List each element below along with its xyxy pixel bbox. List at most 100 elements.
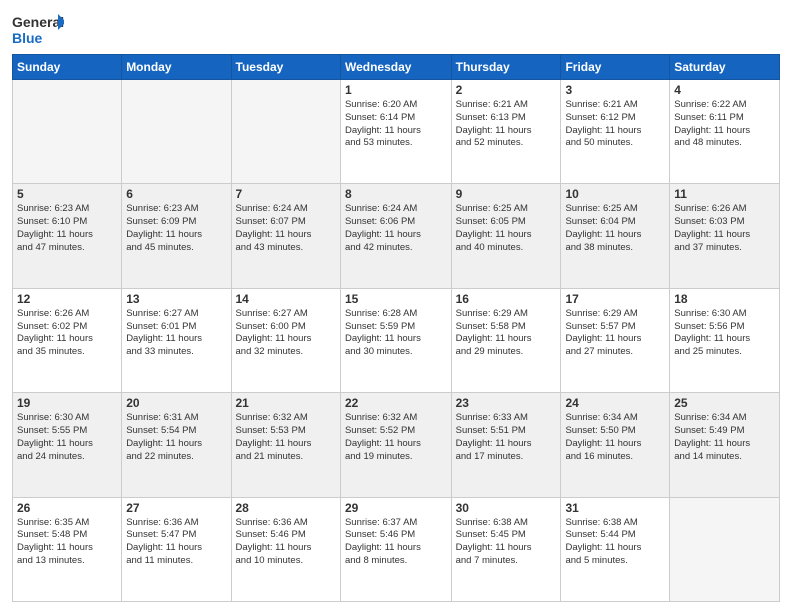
day-number: 4	[674, 83, 775, 97]
day-info: Sunrise: 6:30 AM Sunset: 5:55 PM Dayligh…	[17, 412, 117, 463]
day-number: 25	[674, 396, 775, 410]
calendar-cell: 7 Sunrise: 6:24 AM Sunset: 6:07 PM Daylig…	[231, 184, 340, 288]
calendar-cell: 25 Sunrise: 6:34 AM Sunset: 5:49 PM Dayli…	[670, 393, 780, 497]
week-row: 5 Sunrise: 6:23 AM Sunset: 6:10 PM Daylig…	[13, 184, 780, 288]
day-number: 16	[456, 292, 557, 306]
day-number: 10	[565, 187, 665, 201]
day-info: Sunrise: 6:32 AM Sunset: 5:52 PM Dayligh…	[345, 412, 447, 463]
weekday-header: Saturday	[670, 55, 780, 80]
day-info: Sunrise: 6:26 AM Sunset: 6:03 PM Dayligh…	[674, 203, 775, 254]
calendar-cell	[670, 497, 780, 601]
calendar-cell	[122, 80, 231, 184]
calendar-cell: 3Sunrise: 6:21 AM Sunset: 6:12 PM Daylig…	[561, 80, 670, 184]
day-number: 5	[17, 187, 117, 201]
day-number: 18	[674, 292, 775, 306]
calendar-cell: 15 Sunrise: 6:28 AM Sunset: 5:59 PM Dayli…	[340, 288, 451, 392]
calendar-cell: 28 Sunrise: 6:36 AM Sunset: 5:46 PM Dayli…	[231, 497, 340, 601]
calendar-cell: 14 Sunrise: 6:27 AM Sunset: 6:00 PM Dayli…	[231, 288, 340, 392]
day-info: Sunrise: 6:34 AM Sunset: 5:49 PM Dayligh…	[674, 412, 775, 463]
day-number: 13	[126, 292, 226, 306]
day-info: Sunrise: 6:36 AM Sunset: 5:47 PM Dayligh…	[126, 517, 226, 568]
day-number: 26	[17, 501, 117, 515]
day-info: Sunrise: 6:34 AM Sunset: 5:50 PM Dayligh…	[565, 412, 665, 463]
day-info: Sunrise: 6:20 AM Sunset: 6:14 PM Dayligh…	[345, 99, 447, 150]
day-number: 29	[345, 501, 447, 515]
calendar-cell: 16 Sunrise: 6:29 AM Sunset: 5:58 PM Dayli…	[451, 288, 561, 392]
day-info: Sunrise: 6:27 AM Sunset: 6:00 PM Dayligh…	[236, 308, 336, 359]
day-info: Sunrise: 6:38 AM Sunset: 5:45 PM Dayligh…	[456, 517, 557, 568]
day-info: Sunrise: 6:28 AM Sunset: 5:59 PM Dayligh…	[345, 308, 447, 359]
day-number: 24	[565, 396, 665, 410]
calendar-cell: 8Sunrise: 6:24 AM Sunset: 6:06 PM Daylig…	[340, 184, 451, 288]
day-info: Sunrise: 6:26 AM Sunset: 6:02 PM Dayligh…	[17, 308, 117, 359]
day-info: Sunrise: 6:25 AM Sunset: 6:05 PM Dayligh…	[456, 203, 557, 254]
day-number: 9	[456, 187, 557, 201]
weekday-header: Monday	[122, 55, 231, 80]
day-info: Sunrise: 6:23 AM Sunset: 6:09 PM Dayligh…	[126, 203, 226, 254]
weekday-header: Tuesday	[231, 55, 340, 80]
day-number: 23	[456, 396, 557, 410]
calendar-cell: 11 Sunrise: 6:26 AM Sunset: 6:03 PM Dayli…	[670, 184, 780, 288]
weekday-header: Friday	[561, 55, 670, 80]
svg-text:Blue: Blue	[12, 30, 43, 46]
calendar-cell: 26 Sunrise: 6:35 AM Sunset: 5:48 PM Dayli…	[13, 497, 122, 601]
day-number: 30	[456, 501, 557, 515]
day-info: Sunrise: 6:30 AM Sunset: 5:56 PM Dayligh…	[674, 308, 775, 359]
calendar-cell: 18 Sunrise: 6:30 AM Sunset: 5:56 PM Dayli…	[670, 288, 780, 392]
day-number: 1	[345, 83, 447, 97]
day-number: 27	[126, 501, 226, 515]
day-info: Sunrise: 6:24 AM Sunset: 6:07 PM Dayligh…	[236, 203, 336, 254]
day-number: 3	[565, 83, 665, 97]
day-info: Sunrise: 6:38 AM Sunset: 5:44 PM Dayligh…	[565, 517, 665, 568]
calendar-cell: 1 Sunrise: 6:20 AM Sunset: 6:14 PM Daylig…	[340, 80, 451, 184]
day-info: Sunrise: 6:25 AM Sunset: 6:04 PM Dayligh…	[565, 203, 665, 254]
calendar-cell: 19 Sunrise: 6:30 AM Sunset: 5:55 PM Dayli…	[13, 393, 122, 497]
day-number: 20	[126, 396, 226, 410]
day-number: 28	[236, 501, 336, 515]
calendar-cell: 20Sunrise: 6:31 AM Sunset: 5:54 PM Dayli…	[122, 393, 231, 497]
calendar-cell: 5 Sunrise: 6:23 AM Sunset: 6:10 PM Daylig…	[13, 184, 122, 288]
day-info: Sunrise: 6:36 AM Sunset: 5:46 PM Dayligh…	[236, 517, 336, 568]
day-number: 17	[565, 292, 665, 306]
header: General Blue	[12, 10, 780, 48]
day-number: 2	[456, 83, 557, 97]
day-number: 6	[126, 187, 226, 201]
calendar: SundayMondayTuesdayWednesdayThursdayFrid…	[12, 54, 780, 602]
day-number: 14	[236, 292, 336, 306]
calendar-cell: 6 Sunrise: 6:23 AM Sunset: 6:09 PM Daylig…	[122, 184, 231, 288]
weekday-header: Thursday	[451, 55, 561, 80]
calendar-cell	[13, 80, 122, 184]
day-number: 19	[17, 396, 117, 410]
day-info: Sunrise: 6:33 AM Sunset: 5:51 PM Dayligh…	[456, 412, 557, 463]
calendar-cell: 29 Sunrise: 6:37 AM Sunset: 5:46 PM Dayli…	[340, 497, 451, 601]
day-number: 22	[345, 396, 447, 410]
logo: General Blue	[12, 10, 64, 48]
weekday-header-row: SundayMondayTuesdayWednesdayThursdayFrid…	[13, 55, 780, 80]
day-info: Sunrise: 6:37 AM Sunset: 5:46 PM Dayligh…	[345, 517, 447, 568]
weekday-header: Sunday	[13, 55, 122, 80]
day-info: Sunrise: 6:21 AM Sunset: 6:13 PM Dayligh…	[456, 99, 557, 150]
day-number: 21	[236, 396, 336, 410]
day-number: 12	[17, 292, 117, 306]
day-number: 15	[345, 292, 447, 306]
week-row: 12 Sunrise: 6:26 AM Sunset: 6:02 PM Dayli…	[13, 288, 780, 392]
day-info: Sunrise: 6:32 AM Sunset: 5:53 PM Dayligh…	[236, 412, 336, 463]
week-row: 1 Sunrise: 6:20 AM Sunset: 6:14 PM Daylig…	[13, 80, 780, 184]
day-info: Sunrise: 6:24 AM Sunset: 6:06 PM Dayligh…	[345, 203, 447, 254]
day-info: Sunrise: 6:23 AM Sunset: 6:10 PM Dayligh…	[17, 203, 117, 254]
calendar-cell	[231, 80, 340, 184]
day-number: 31	[565, 501, 665, 515]
calendar-cell: 31 Sunrise: 6:38 AM Sunset: 5:44 PM Dayli…	[561, 497, 670, 601]
day-number: 11	[674, 187, 775, 201]
weekday-header: Wednesday	[340, 55, 451, 80]
calendar-cell: 21 Sunrise: 6:32 AM Sunset: 5:53 PM Dayli…	[231, 393, 340, 497]
calendar-cell: 24 Sunrise: 6:34 AM Sunset: 5:50 PM Dayli…	[561, 393, 670, 497]
day-info: Sunrise: 6:35 AM Sunset: 5:48 PM Dayligh…	[17, 517, 117, 568]
day-number: 7	[236, 187, 336, 201]
day-info: Sunrise: 6:29 AM Sunset: 5:58 PM Dayligh…	[456, 308, 557, 359]
calendar-cell: 22 Sunrise: 6:32 AM Sunset: 5:52 PM Dayli…	[340, 393, 451, 497]
logo-svg: General Blue	[12, 10, 64, 48]
svg-text:General: General	[12, 14, 64, 30]
calendar-cell: 2 Sunrise: 6:21 AM Sunset: 6:13 PM Daylig…	[451, 80, 561, 184]
calendar-cell: 27 Sunrise: 6:36 AM Sunset: 5:47 PM Dayli…	[122, 497, 231, 601]
